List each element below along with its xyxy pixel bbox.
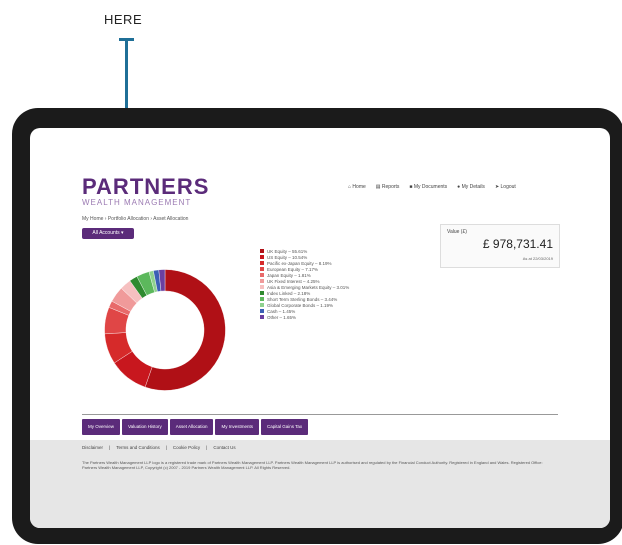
legend-label: Other – 1.65% bbox=[267, 314, 297, 320]
nav-logout-label: Logout bbox=[500, 184, 516, 190]
legend-swatch bbox=[260, 309, 264, 313]
nav-reports-label: Reports bbox=[381, 184, 400, 190]
footer-link-contact[interactable]: Contact Us bbox=[213, 445, 235, 450]
legend-label: Japan Equity – 1.81% bbox=[267, 272, 311, 278]
chart-legend: UK Equity – 55.61% US Equity – 10.54% Paci… bbox=[260, 248, 349, 320]
tab-capital-gains-tax[interactable]: Capital Gains Tax bbox=[261, 419, 309, 435]
legend-label: Index Linked – 2.18% bbox=[267, 290, 311, 296]
legend-label: US Equity – 10.54% bbox=[267, 254, 308, 260]
tab-my-overview[interactable]: My Overview bbox=[82, 419, 121, 435]
legend-item: Asia & Emerging Markets Equity – 3.01% bbox=[260, 284, 349, 290]
legend-swatch bbox=[260, 249, 264, 253]
legend-swatch bbox=[260, 267, 264, 271]
nav-details-label: My Details bbox=[461, 184, 485, 190]
footer-sep: | bbox=[206, 445, 208, 450]
tablet-screen: PARTNERS WEALTH MANAGEMENT ⌂ Home ▤ Repo… bbox=[30, 128, 610, 528]
legend-swatch bbox=[260, 255, 264, 259]
page-footer: Disclaimer | Terms and Conditions | Cookie… bbox=[30, 440, 610, 528]
legend-swatch bbox=[260, 315, 264, 319]
portfolio-value-box: Value (£) £ 978,731.41 As at 22/03/2019 bbox=[440, 224, 560, 268]
legend-label: Pacific ex-Japan Equity – 8.19% bbox=[267, 260, 332, 266]
asset-allocation-donut-chart bbox=[104, 269, 226, 391]
nav-documents-label: My Documents bbox=[413, 184, 448, 190]
nav-home-label: Home bbox=[352, 184, 366, 190]
top-navigation: ⌂ Home ▤ Reports ■ My Documents ● My Det… bbox=[348, 184, 516, 190]
legend-label: UK Equity – 55.61% bbox=[267, 248, 308, 254]
legend-swatch bbox=[260, 291, 264, 295]
logo-title: PARTNERS bbox=[82, 174, 210, 199]
footer-links: Disclaimer | Terms and Conditions | Cookie… bbox=[82, 445, 236, 450]
footer-disclaimer-text: The Partners Wealth Management LLP logo … bbox=[82, 460, 543, 470]
legend-label: Cash – 1.45% bbox=[267, 308, 296, 314]
nav-item-home[interactable]: ⌂ Home bbox=[348, 184, 366, 190]
section-tabs: My Overview Valuation History Asset Allo… bbox=[82, 419, 309, 435]
callout-label: HERE bbox=[104, 12, 143, 27]
legend-label: Asia & Emerging Markets Equity – 3.01% bbox=[267, 284, 350, 290]
legend-label: Short Term Sterling Bonds – 3.44% bbox=[267, 296, 338, 302]
footer-link-cookies[interactable]: Cookie Policy bbox=[173, 445, 200, 450]
legend-item: Other – 1.65% bbox=[260, 314, 349, 320]
legend-swatch bbox=[260, 279, 264, 283]
value-date: As at 22/03/2019 bbox=[522, 256, 553, 261]
logo-subtitle: WEALTH MANAGEMENT bbox=[82, 198, 192, 207]
section-divider bbox=[82, 414, 558, 415]
legend-swatch bbox=[260, 285, 264, 289]
legend-label: Global Corporate Bonds – 1.19% bbox=[267, 302, 334, 308]
value-label: Value (£) bbox=[447, 229, 467, 235]
footer-link-terms[interactable]: Terms and Conditions bbox=[116, 445, 160, 450]
portfolio-total-value: £ 978,731.41 bbox=[482, 237, 553, 251]
legend-label: European Equity – 7.17% bbox=[267, 266, 319, 272]
legend-item: Short Term Sterling Bonds – 3.44% bbox=[260, 296, 349, 302]
tab-asset-allocation[interactable]: Asset Allocation bbox=[169, 419, 214, 435]
tab-valuation-history[interactable]: Valuation History bbox=[122, 419, 168, 435]
legend-label: UK Fixed Interest – 4.25% bbox=[267, 278, 320, 284]
legend-swatch bbox=[260, 273, 264, 277]
tab-my-investments[interactable]: My Investments bbox=[215, 419, 259, 435]
nav-item-details[interactable]: ● My Details bbox=[457, 184, 485, 190]
nav-item-reports[interactable]: ▤ Reports bbox=[376, 184, 400, 190]
breadcrumb[interactable]: My Home › Portfolio Allocation › Asset A… bbox=[82, 216, 188, 222]
legend-swatch bbox=[260, 261, 264, 265]
nav-item-logout[interactable]: ➤ Logout bbox=[495, 184, 516, 190]
legend-swatch bbox=[260, 297, 264, 301]
footer-sep: | bbox=[165, 445, 167, 450]
nav-item-documents[interactable]: ■ My Documents bbox=[409, 184, 447, 190]
legend-swatch bbox=[260, 303, 264, 307]
all-accounts-button[interactable]: All Accounts ▾ bbox=[82, 228, 134, 239]
footer-sep: | bbox=[109, 445, 111, 450]
footer-link-disclaimer[interactable]: Disclaimer bbox=[82, 445, 103, 450]
